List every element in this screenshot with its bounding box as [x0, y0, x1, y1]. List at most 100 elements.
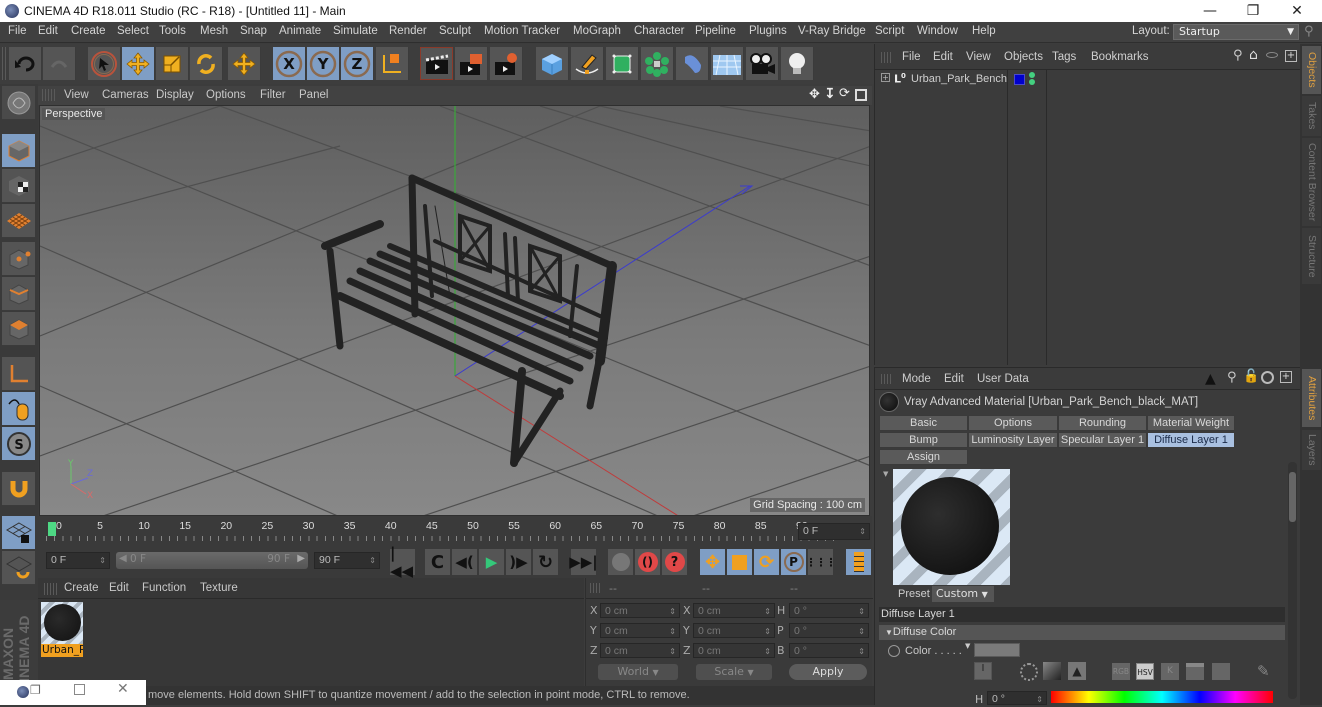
menu-mograph[interactable]: MoGraph	[573, 25, 621, 37]
autokey-button[interactable]: ()	[635, 549, 661, 575]
toggle-icon[interactable]	[1266, 52, 1278, 58]
target-icon[interactable]	[1261, 371, 1274, 384]
scale-button[interactable]	[156, 47, 189, 80]
hue-slider[interactable]	[1051, 691, 1273, 703]
key-parameter-button[interactable]: P	[781, 549, 807, 575]
key-scale-button[interactable]	[727, 549, 753, 575]
color-mixer-icon[interactable]	[1186, 663, 1204, 680]
camera-button[interactable]	[746, 47, 779, 80]
timeline-window-button[interactable]	[846, 549, 872, 575]
close-button[interactable]: ✕	[1274, 0, 1320, 22]
side-tab-takes[interactable]: Takes	[1302, 96, 1321, 136]
search-icon[interactable]: ⚲	[1227, 370, 1237, 385]
color-options-arrow-icon[interactable]: ▼	[965, 642, 970, 650]
color-picker-spectrum-icon[interactable]: I	[974, 662, 992, 680]
go-to-start-button[interactable]: |◀◀	[390, 544, 416, 580]
preview-range-slider[interactable]: ◀ 0 F 90 F ▶	[116, 552, 308, 569]
new-window-icon[interactable]: +	[1280, 371, 1292, 383]
workplane-lock-button[interactable]	[2, 516, 35, 550]
edit-render-settings-button[interactable]	[490, 47, 523, 80]
attribute-menu-mode[interactable]: Mode	[902, 373, 931, 385]
rotation-field[interactable]: 0 ° ⇕	[789, 643, 869, 658]
viewport-menu-cameras[interactable]: Cameras	[102, 89, 149, 101]
tab-bump[interactable]: Bump	[879, 432, 968, 448]
side-tab-structure[interactable]: Structure	[1302, 228, 1321, 284]
object-menu-file[interactable]: File	[902, 51, 921, 63]
menu-snap[interactable]: Snap	[240, 25, 267, 37]
hue-field[interactable]: 0 ° ⇕	[987, 691, 1047, 705]
attribute-menu-edit[interactable]: Edit	[944, 373, 964, 385]
scrollbar-thumb[interactable]	[1289, 472, 1296, 522]
restore-icon[interactable]: ❐	[30, 683, 41, 697]
object-row[interactable]: + L0 Urban_Park_Bench	[879, 72, 1299, 88]
recent-tool-button[interactable]	[228, 47, 261, 80]
expand-icon[interactable]: +	[881, 73, 890, 82]
layer-color-swatch[interactable]	[1014, 74, 1025, 85]
object-menu-edit[interactable]: Edit	[933, 51, 953, 63]
key-rotation-button[interactable]: ⟳	[754, 549, 780, 575]
redo-button[interactable]	[43, 47, 76, 80]
object-menu-bookmarks[interactable]: Bookmarks	[1091, 51, 1149, 63]
collapse-arrow-icon[interactable]: ▼	[883, 470, 888, 478]
texture-mode-button[interactable]	[2, 169, 35, 203]
viewport-perspective[interactable]: Y Z X Perspective Grid Spacing : 100 cm	[39, 105, 870, 516]
tab-specular-layer-1[interactable]: Specular Layer 1	[1058, 432, 1147, 448]
current-frame-field[interactable]: 0 F ⇕	[798, 523, 870, 540]
rotation-field[interactable]: 0 ° ⇕	[789, 623, 869, 638]
world-coordinates-button[interactable]	[376, 47, 409, 80]
tweak-mode-button[interactable]	[2, 392, 35, 426]
search-icon[interactable]: ⚲	[1233, 48, 1243, 63]
end-frame-field[interactable]: 90 F ⇕	[314, 552, 380, 569]
cube-button[interactable]	[536, 47, 569, 80]
snapping-button[interactable]	[2, 472, 35, 506]
record-active-objects-button[interactable]	[608, 549, 634, 575]
color-swatch[interactable]	[974, 643, 1020, 657]
side-tab-content-browser[interactable]: Content Browser	[1302, 138, 1321, 226]
menu-file[interactable]: File	[8, 25, 27, 37]
menu-tools[interactable]: Tools	[159, 25, 186, 37]
workplane-align-button[interactable]	[2, 551, 35, 585]
menu-vray-bridge[interactable]: V-Ray Bridge	[798, 25, 866, 37]
previous-frame-button[interactable]: ◀(	[452, 549, 478, 575]
x-axis-lock-button[interactable]: X	[273, 47, 306, 80]
subdivision-surface-button[interactable]	[606, 47, 639, 80]
undo-button[interactable]	[9, 47, 42, 80]
move-button[interactable]	[122, 47, 155, 80]
menu-help[interactable]: Help	[972, 25, 996, 37]
material-preview[interactable]	[893, 469, 1010, 585]
size-field[interactable]: 0 cm ⇕	[693, 643, 775, 658]
tab-luminosity-layer[interactable]: Luminosity Layer	[968, 432, 1058, 448]
live-selection-button[interactable]	[88, 47, 121, 80]
viewport-menu-view[interactable]: View	[64, 89, 89, 101]
render-to-picture-viewer-button[interactable]	[455, 47, 488, 80]
attribute-manager-grip[interactable]	[881, 374, 893, 384]
editor-visibility-dot[interactable]	[1029, 72, 1035, 78]
start-frame-field[interactable]: 0 F ⇕	[46, 552, 110, 569]
viewport-grip[interactable]	[42, 89, 56, 101]
new-window-icon[interactable]: +	[1285, 50, 1297, 62]
key-position-button[interactable]: ✥	[700, 549, 726, 575]
maximize-icon[interactable]	[74, 684, 85, 695]
range-left-arrow[interactable]: ◀	[119, 553, 127, 564]
material-thumbnail[interactable]: Urban_P	[41, 602, 83, 657]
solo-button[interactable]: S	[2, 427, 35, 461]
rotation-field[interactable]: 0 ° ⇕	[789, 603, 869, 618]
attribute-scrollbar[interactable]	[1288, 462, 1297, 699]
maximize-icon[interactable]	[855, 89, 867, 101]
render-visibility-dot[interactable]	[1029, 79, 1035, 85]
menu-render[interactable]: Render	[389, 25, 427, 37]
color-swatches-icon[interactable]	[1212, 663, 1230, 680]
model-mode-button[interactable]	[2, 134, 35, 168]
range-right-arrow[interactable]: ▶	[297, 553, 305, 564]
tab-options[interactable]: Options	[968, 415, 1058, 431]
navigation-arrow-icon[interactable]: ▲	[1205, 371, 1216, 387]
apply-button[interactable]: Apply	[789, 664, 867, 680]
layout-select[interactable]: Startup ▼	[1173, 24, 1299, 40]
material-manager-grip[interactable]	[44, 583, 58, 595]
points-mode-button[interactable]	[2, 242, 35, 276]
timeline-ruler[interactable]: 051015202530354045505560657075808590	[46, 518, 834, 541]
material-menu-texture[interactable]: Texture	[200, 582, 238, 594]
search-icon[interactable]: ⚲	[1304, 24, 1314, 39]
restore-button[interactable]: ❐	[1230, 0, 1276, 22]
go-to-end-button[interactable]: ▶▶|	[569, 549, 598, 575]
